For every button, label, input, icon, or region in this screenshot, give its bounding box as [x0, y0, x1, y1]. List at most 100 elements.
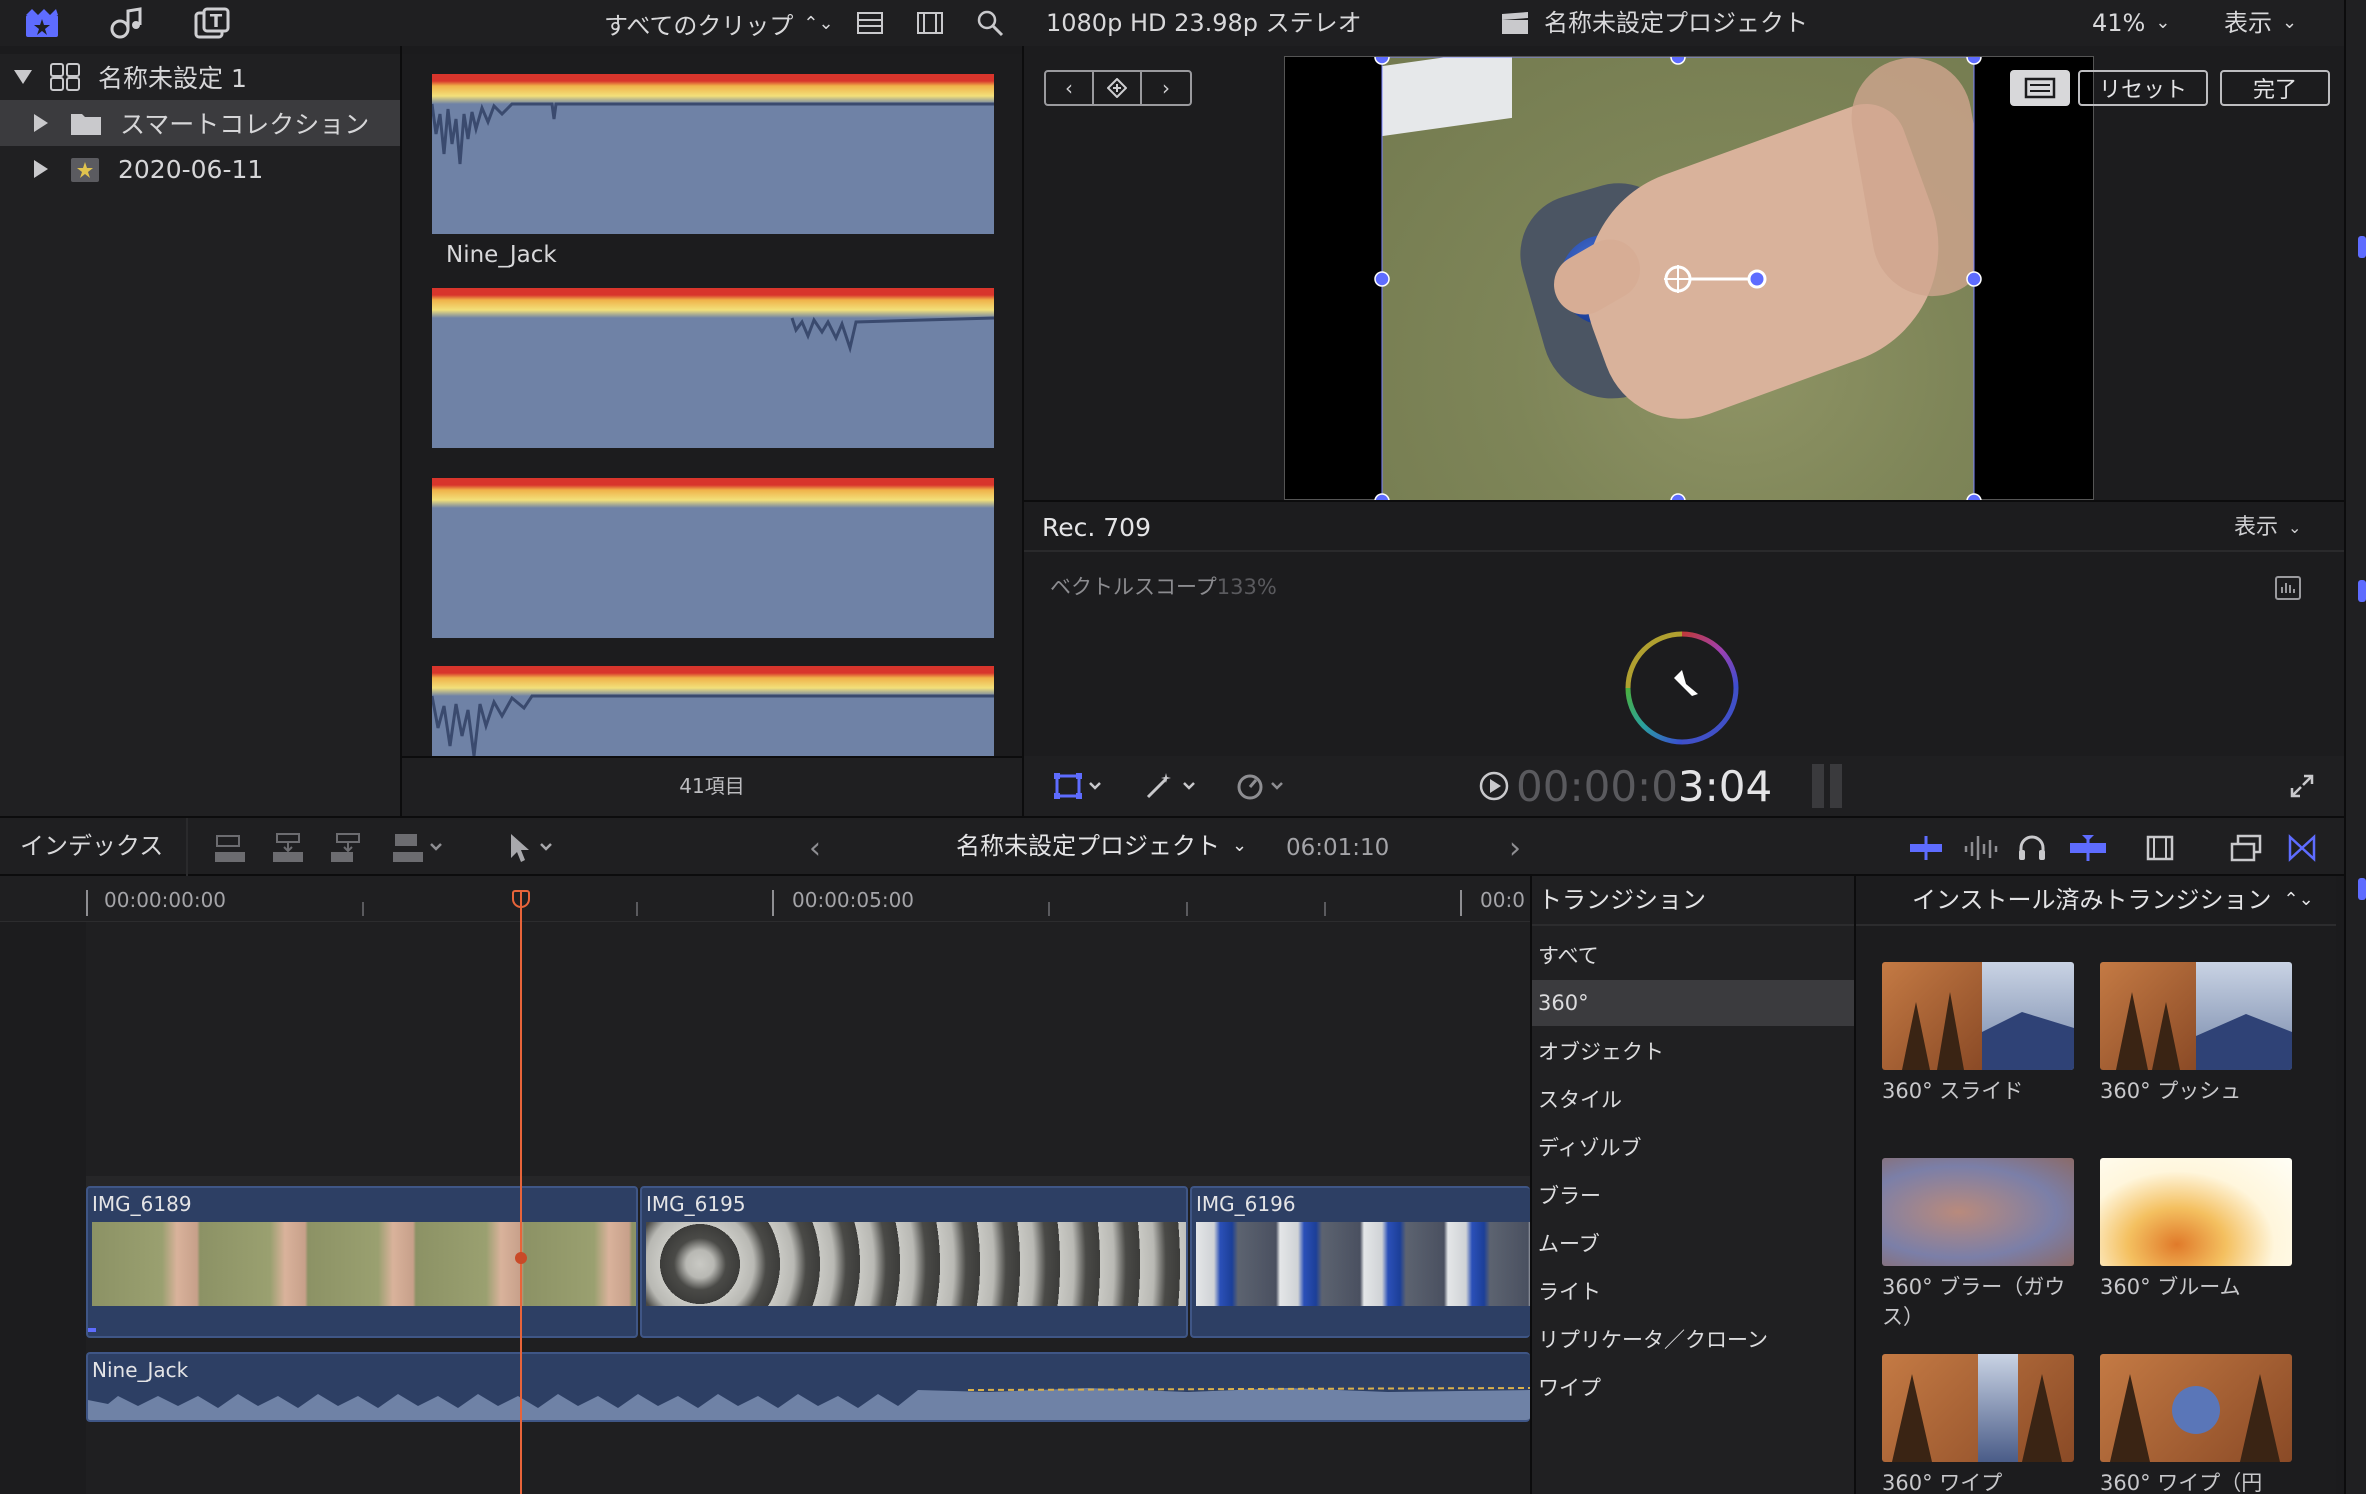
- transform-tool-icon[interactable]: [1048, 768, 1108, 804]
- clip-name: IMG_6196: [1196, 1192, 1296, 1216]
- clip-thumbnail: [1196, 1222, 1530, 1306]
- add-keyframe-icon[interactable]: [1094, 72, 1142, 104]
- transition-thumbnail[interactable]: [2100, 1354, 2292, 1462]
- installed-transitions-label: インストール済みトランジション: [1912, 886, 2272, 914]
- audio-clip-thumbnail[interactable]: [432, 478, 994, 638]
- disclosure-open-icon[interactable]: [14, 70, 32, 84]
- prev-keyframe-icon[interactable]: ‹: [1046, 72, 1094, 104]
- library-item-event[interactable]: 2020-06-11: [0, 146, 400, 192]
- transition-thumbnail[interactable]: [1882, 1354, 2074, 1462]
- fullscreen-icon[interactable]: [2284, 768, 2320, 804]
- timecode-display[interactable]: 00:00:03:04: [1516, 762, 1772, 812]
- index-button[interactable]: インデックス: [20, 828, 163, 864]
- disclosure-closed-icon[interactable]: [34, 114, 48, 132]
- chevron-down-icon: ⌄: [2155, 12, 2171, 33]
- transition-thumbnail[interactable]: [2100, 962, 2292, 1070]
- done-button[interactable]: 完了: [2220, 70, 2330, 106]
- search-icon[interactable]: [972, 6, 1008, 40]
- video-frame[interactable]: [1284, 56, 2094, 501]
- timeline-ruler[interactable]: 00:00:00:00 00:00:05:00 00:0: [0, 876, 1530, 922]
- filmstrip-view-icon[interactable]: [912, 8, 948, 38]
- category-item[interactable]: すべて: [1532, 932, 1854, 978]
- vectorscope-label: ベクトルスコープ133%: [1050, 570, 1277, 604]
- transition-thumbnail[interactable]: [1882, 962, 2074, 1070]
- window-layout-icon[interactable]: [2226, 830, 2266, 866]
- category-item[interactable]: ワイプ: [1532, 1364, 1854, 1410]
- scope-settings-icon[interactable]: [2270, 572, 2306, 604]
- transition-thumbnail[interactable]: [2100, 1158, 2292, 1266]
- reset-button[interactable]: リセット: [2078, 70, 2208, 106]
- retime-speed-icon[interactable]: [1230, 768, 1294, 804]
- video-clip[interactable]: IMG_6195: [640, 1186, 1188, 1338]
- audio-clip[interactable]: Nine_Jack: [86, 1352, 1530, 1422]
- clip-appearance-icon[interactable]: [1906, 830, 1946, 866]
- photos-music-icon[interactable]: [104, 4, 148, 42]
- playhead[interactable]: [520, 890, 522, 1494]
- transitions-browser-icon[interactable]: [2282, 830, 2322, 866]
- library-item-label: 名称未設定 1: [98, 64, 247, 93]
- insert-clip-icon[interactable]: [268, 830, 308, 866]
- svg-text:T: T: [210, 11, 223, 32]
- audio-meter-icon: [1812, 764, 1848, 808]
- next-keyframe-icon[interactable]: ›: [1142, 72, 1190, 104]
- libraries-icon[interactable]: [20, 4, 64, 42]
- library-item-label: スマートコレクション: [120, 110, 370, 139]
- library-sidebar: 名称未設定 1 スマートコレクション 2020-06-11: [0, 54, 400, 816]
- transition-thumbnail[interactable]: [1882, 1158, 2074, 1266]
- clip-filmstrip-icon[interactable]: [2140, 830, 2180, 866]
- view-menu-label: 表示: [2224, 9, 2272, 37]
- category-item[interactable]: ムーブ: [1532, 1220, 1854, 1266]
- view-menu[interactable]: 表示 ⌄: [2224, 6, 2297, 40]
- category-item-selected[interactable]: 360°: [1532, 980, 1854, 1026]
- scope-view-menu[interactable]: 表示 ⌄: [2234, 510, 2301, 546]
- clip-name: Nine_Jack: [92, 1358, 189, 1382]
- category-item[interactable]: ライト: [1532, 1268, 1854, 1314]
- history-back-icon[interactable]: ‹: [800, 830, 830, 866]
- video-clip[interactable]: IMG_6196: [1190, 1186, 1530, 1338]
- history-forward-icon[interactable]: ›: [1500, 830, 1530, 866]
- transition-label: 360° ブルーム: [2100, 1275, 2241, 1299]
- transition-categories: トランジション すべて 360° オブジェクト スタイル ディゾルブ ブラー ム…: [1532, 876, 1854, 1494]
- append-clip-icon[interactable]: [326, 830, 366, 866]
- category-item[interactable]: オブジェクト: [1532, 1028, 1854, 1074]
- library-item[interactable]: 名称未設定 1: [0, 54, 400, 100]
- clip-name: Nine_Jack: [446, 242, 557, 268]
- viewer-panel: ‹ › リセット 完了: [1024, 46, 2344, 501]
- zoom-menu[interactable]: 41% ⌄: [2092, 6, 2170, 40]
- category-item[interactable]: ディゾルブ: [1532, 1124, 1854, 1170]
- project-menu[interactable]: 名称未設定プロジェクト ⌄: [956, 828, 1247, 864]
- clip-name: IMG_6195: [646, 1192, 746, 1216]
- titles-icon[interactable]: T: [190, 4, 234, 42]
- clip-filter-menu[interactable]: すべてのクリップ ⌃⌄: [604, 6, 834, 40]
- timeline-toolbar: インデックス ‹ 名称未設定プロジェクト ⌄ 06:01:10 ›: [0, 816, 2344, 876]
- category-item[interactable]: スタイル: [1532, 1076, 1854, 1122]
- audio-skimming-icon[interactable]: [1960, 830, 2000, 866]
- audio-clip-thumbnail[interactable]: [432, 74, 994, 234]
- clapper-icon: [1498, 8, 1532, 38]
- disclosure-closed-icon[interactable]: [34, 160, 48, 178]
- play-icon[interactable]: [1476, 768, 1512, 804]
- category-item[interactable]: ブラー: [1532, 1172, 1854, 1218]
- installed-transitions-menu[interactable]: インストール済みトランジション ⌃⌄: [1912, 884, 2314, 916]
- vectorscope-percent: 133%: [1216, 575, 1277, 599]
- transitions-header: トランジション: [1538, 886, 1706, 914]
- snapping-icon[interactable]: [2066, 830, 2110, 866]
- connect-clip-icon[interactable]: [210, 830, 250, 866]
- transition-label: 360° プッシュ: [2100, 1079, 2242, 1103]
- audio-clip-thumbnail[interactable]: [432, 288, 994, 448]
- category-item[interactable]: リプリケータ／クローン: [1532, 1316, 1854, 1362]
- timeline-project-name: 名称未設定プロジェクト: [956, 832, 1220, 860]
- transform-overlay-icon[interactable]: [2010, 70, 2070, 106]
- playhead-handle[interactable]: [512, 890, 530, 908]
- library-item-smart-collections[interactable]: スマートコレクション: [0, 100, 400, 146]
- list-view-icon[interactable]: [852, 8, 888, 38]
- video-clip[interactable]: IMG_6189: [86, 1186, 638, 1338]
- inspector-edge: [2344, 0, 2366, 1494]
- select-tool-icon[interactable]: [502, 830, 566, 866]
- project-title: 名称未設定プロジェクト: [1544, 9, 1808, 37]
- overwrite-clip-icon[interactable]: [388, 830, 452, 866]
- audio-clip-thumbnail[interactable]: [432, 666, 994, 766]
- scope-view-label: 表示: [2234, 515, 2279, 540]
- headphones-icon[interactable]: [2014, 830, 2050, 866]
- enhance-wand-icon[interactable]: [1138, 768, 1202, 804]
